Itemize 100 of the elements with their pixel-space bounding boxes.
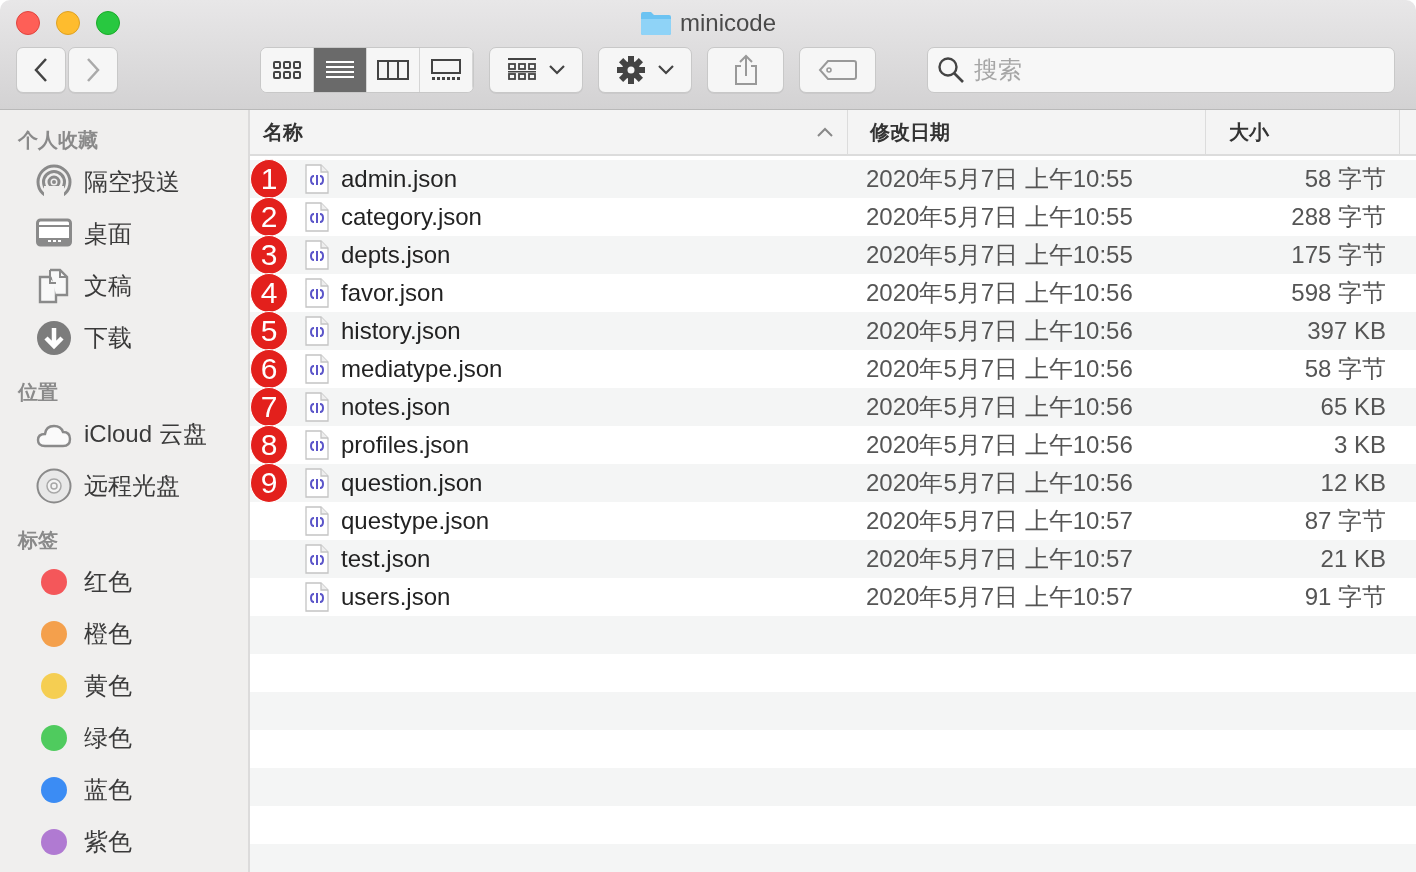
number-badge: 2	[250, 197, 288, 237]
file-size: 58 字节	[1303, 354, 1386, 384]
modified-date: 2020年5月7日 上午10:56	[865, 316, 1134, 346]
sidebar-heading: 位置	[17, 380, 59, 405]
number-badge: 3	[250, 235, 288, 275]
file-name[interactable]: questype.json	[341, 503, 490, 539]
file-icon	[305, 506, 329, 536]
file-name[interactable]: users.json	[341, 579, 451, 615]
sidebar-item[interactable]: 黄色	[84, 668, 132, 704]
settings-icon	[616, 55, 646, 85]
file-size: 91 字节	[1303, 582, 1386, 612]
file-size: 58 字节	[1303, 164, 1386, 194]
search-icon	[937, 56, 965, 84]
file-size: 175 字节	[1290, 240, 1386, 270]
number-badge: 8	[250, 425, 288, 465]
list-icon	[325, 59, 355, 81]
modified-date: 2020年5月7日 上午10:55	[865, 240, 1134, 270]
file-name[interactable]: notes.json	[341, 389, 451, 425]
file-icon	[305, 430, 329, 460]
number-badge: 5	[250, 311, 288, 351]
folder-icon	[639, 10, 672, 36]
file-name[interactable]: category.json	[341, 199, 482, 235]
sidebar-heading: 标签	[16, 528, 59, 553]
chevron-down-icon	[658, 65, 674, 75]
file-icon	[305, 202, 329, 232]
modified-date: 2020年5月7日 上午10:56	[865, 278, 1134, 308]
file-name[interactable]: history.json	[341, 313, 461, 349]
window-title: minicode	[679, 8, 776, 38]
column-header[interactable]: 名称	[250, 110, 848, 154]
share-icon	[732, 54, 759, 86]
file-size: 87 字节	[1303, 506, 1386, 536]
search-field[interactable]: 搜索	[927, 47, 1395, 93]
sidebar-item[interactable]: 紫色	[84, 824, 132, 860]
column-header[interactable]: 修改日期	[848, 110, 1206, 154]
grid-icon	[272, 59, 302, 81]
file-size: 288 字节	[1290, 202, 1386, 232]
sidebar-item[interactable]: 桌面	[84, 216, 132, 252]
file-icon	[305, 582, 329, 612]
back-button[interactable]	[16, 47, 66, 93]
sidebar-item[interactable]: 下载	[84, 320, 132, 356]
airdrop-icon	[36, 164, 72, 200]
chevron-left-icon	[33, 57, 49, 83]
icon-view-button[interactable]	[261, 48, 314, 92]
sidebar-item[interactable]: 文稿	[84, 268, 132, 304]
sidebar-heading: 个人收藏	[17, 128, 99, 153]
file-size: 21 KB	[1319, 544, 1386, 574]
disc-icon	[36, 468, 72, 504]
number-badge: 7	[250, 387, 288, 427]
number-badge: 9	[250, 463, 288, 503]
number-badge: 4	[250, 273, 288, 313]
share-button[interactable]	[707, 47, 784, 93]
chevron-right-icon	[85, 57, 101, 83]
modified-date: 2020年5月7日 上午10:57	[865, 506, 1134, 536]
sidebar-item[interactable]: 绿色	[84, 720, 132, 756]
file-size: 65 KB	[1319, 392, 1386, 422]
modified-date: 2020年5月7日 上午10:57	[865, 582, 1134, 612]
file-name[interactable]: mediatype.json	[341, 351, 503, 387]
sidebar-item[interactable]: 蓝色	[84, 772, 132, 808]
tag-button[interactable]	[799, 47, 876, 93]
file-icon	[305, 316, 329, 346]
column-header[interactable]: 大小	[1206, 110, 1400, 154]
modified-date: 2020年5月7日 上午10:57	[865, 544, 1134, 574]
modified-date: 2020年5月7日 上午10:56	[865, 354, 1134, 384]
sidebar-item[interactable]: iCloud 云盘	[84, 416, 207, 452]
file-size: 598 字节	[1290, 278, 1386, 308]
group-button[interactable]	[489, 47, 583, 93]
file-size: 12 KB	[1319, 468, 1386, 498]
file-name[interactable]: admin.json	[341, 161, 458, 197]
close-button[interactable]	[16, 11, 40, 35]
file-icon	[305, 164, 329, 194]
columns-icon	[377, 59, 409, 81]
file-icon	[305, 468, 329, 498]
tag-icon	[817, 59, 858, 81]
list-view-button[interactable]	[314, 48, 367, 92]
file-name[interactable]: question.json	[341, 465, 483, 501]
gallery-icon	[430, 59, 462, 81]
file-name[interactable]: depts.json	[341, 237, 451, 273]
file-size: 397 KB	[1306, 316, 1386, 346]
file-icon	[305, 278, 329, 308]
modified-date: 2020年5月7日 上午10:56	[865, 468, 1134, 498]
sidebar-item[interactable]: 隔空投送	[84, 164, 180, 200]
file-icon	[305, 354, 329, 384]
modified-date: 2020年5月7日 上午10:55	[865, 202, 1134, 232]
sidebar-item[interactable]: 红色	[84, 564, 132, 600]
file-size: 3 KB	[1332, 430, 1386, 460]
file-name[interactable]: favor.json	[341, 275, 444, 311]
sidebar-item[interactable]: 远程光盘	[84, 468, 180, 504]
modified-date: 2020年5月7日 上午10:55	[865, 164, 1134, 194]
number-badge: 1	[250, 159, 288, 199]
file-icon	[305, 544, 329, 574]
chevron-down-icon	[549, 65, 565, 75]
action-button[interactable]	[598, 47, 692, 93]
modified-date: 2020年5月7日 上午10:56	[865, 430, 1134, 460]
file-icon	[305, 392, 329, 422]
file-name[interactable]: test.json	[341, 541, 431, 577]
file-name[interactable]: profiles.json	[341, 427, 470, 463]
sidebar-item[interactable]: 橙色	[84, 616, 132, 652]
group-icon	[507, 57, 537, 83]
number-badge: 6	[250, 349, 288, 389]
file-icon	[305, 240, 329, 270]
